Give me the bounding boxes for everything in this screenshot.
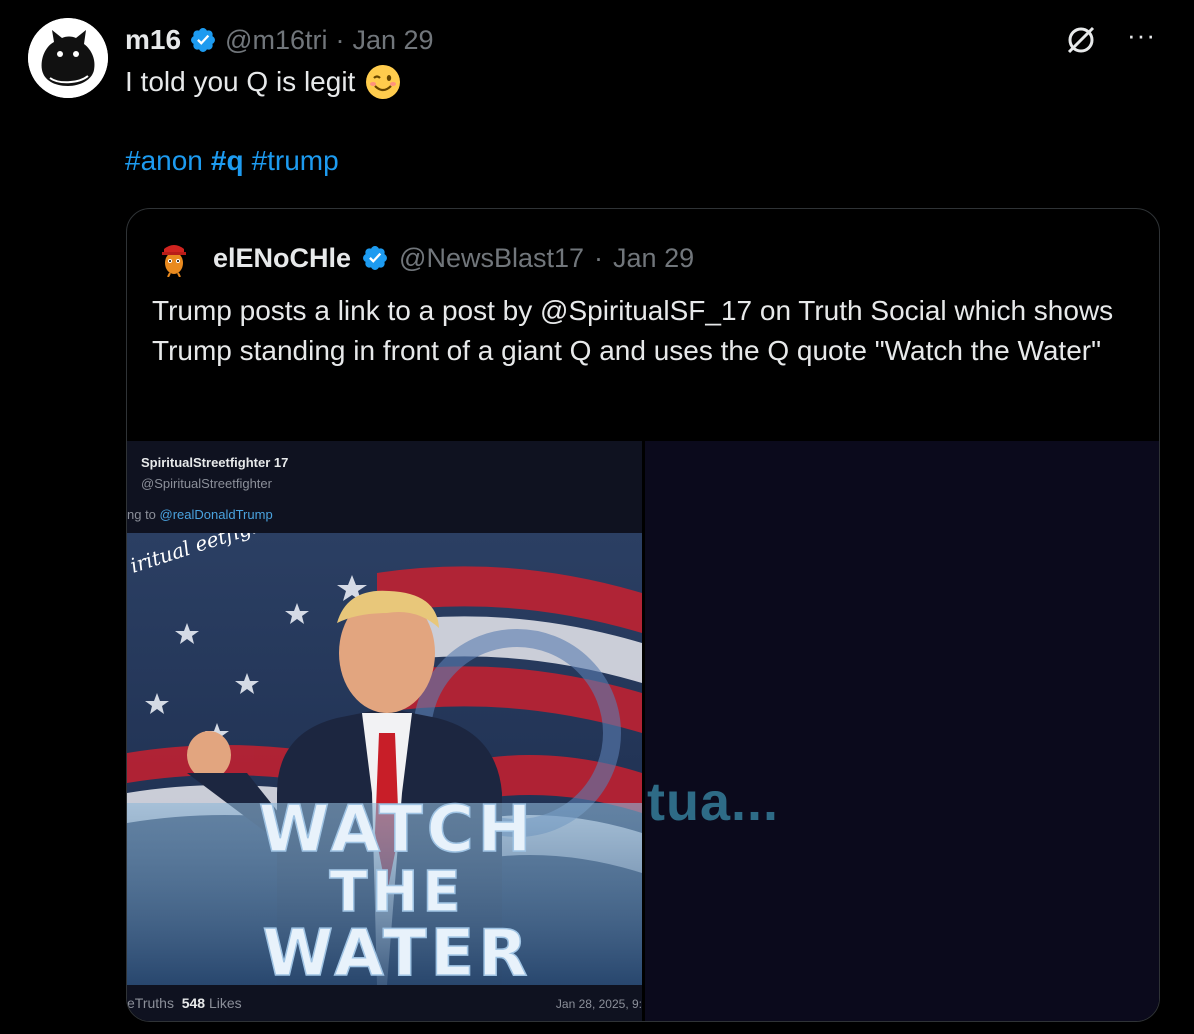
post-text-content: I told you Q is legit [125, 66, 356, 97]
quoted-post-header: elENoCHle @NewsBlast17 · Jan 29 [157, 239, 694, 277]
link-preview-pane[interactable]: tua... [645, 441, 1159, 1021]
verified-badge-icon[interactable] [361, 244, 389, 272]
truth-reply-line: ng to @realDonaldTrump [127, 507, 273, 522]
hashtag-q[interactable]: #q [211, 145, 244, 177]
preview-text: tua... [647, 772, 780, 832]
author-handle[interactable]: @m16tri [225, 25, 327, 56]
post-container: m16 @m16tri · Jan 29 ··· I told you Q is… [0, 0, 1194, 1034]
author-avatar[interactable] [28, 18, 108, 98]
caption-line-3: WATER [263, 917, 532, 985]
separator-dot: · [594, 242, 604, 273]
verified-badge-icon[interactable] [189, 26, 217, 54]
truth-author-name: SpiritualStreetfighter 17 [141, 455, 289, 470]
truth-timestamp: Jan 28, 2025, 9: [555, 997, 642, 1011]
quoted-author-handle[interactable]: @NewsBlast17 [399, 243, 584, 274]
quoted-post-media[interactable]: SpiritualStreetfighter 17 @SpiritualStre… [127, 441, 1159, 1021]
quoted-author-avatar[interactable] [157, 239, 191, 277]
retruths-label: eTruths [127, 995, 174, 1011]
flag-portrait-artwork: iritual eetfighter WATCH THE WATER [127, 533, 642, 985]
quoted-post-card[interactable]: elENoCHle @NewsBlast17 · Jan 29 Trump po… [126, 208, 1160, 1022]
grok-icon[interactable] [1063, 22, 1099, 58]
hashtag-trump[interactable]: #trump [252, 145, 339, 177]
likes-count: 548 [181, 995, 206, 1011]
truth-author-handle: @SpiritualStreetfighter [141, 476, 272, 491]
author-display-name[interactable]: m16 [125, 24, 181, 56]
quoted-author-name[interactable]: elENoCHle [213, 243, 351, 274]
caption-line-2: THE [329, 860, 464, 925]
caption-line-1: WATCH [259, 793, 535, 867]
hashtags: #anon #q #trump [125, 145, 339, 177]
post-header: m16 @m16tri · Jan 29 [125, 22, 434, 58]
post-text: I told you Q is legit [125, 64, 401, 100]
separator-dot: · [335, 24, 345, 55]
truth-stats: eTruths 548 Likes [127, 995, 242, 1011]
likes-label: Likes [208, 995, 242, 1011]
more-icon[interactable]: ··· [1127, 22, 1156, 48]
winking-face-emoji-icon [366, 65, 401, 99]
post-actions-top: ··· [1063, 22, 1156, 58]
hashtag-anon[interactable]: #anon [125, 145, 203, 177]
truth-reply-prefix: ng to [127, 507, 160, 522]
truth-social-screenshot[interactable]: SpiritualStreetfighter 17 @SpiritualStre… [127, 441, 642, 1021]
post-date[interactable]: Jan 29 [352, 25, 433, 56]
cat-avatar-icon [28, 18, 108, 98]
quoted-post-text: Trump posts a link to a post by @Spiritu… [152, 295, 1114, 366]
truth-reply-mention: @realDonaldTrump [159, 507, 273, 522]
quoted-post-date[interactable]: Jan 29 [613, 243, 694, 274]
watch-the-water-image: iritual eetfighter WATCH THE WATER [127, 533, 642, 985]
